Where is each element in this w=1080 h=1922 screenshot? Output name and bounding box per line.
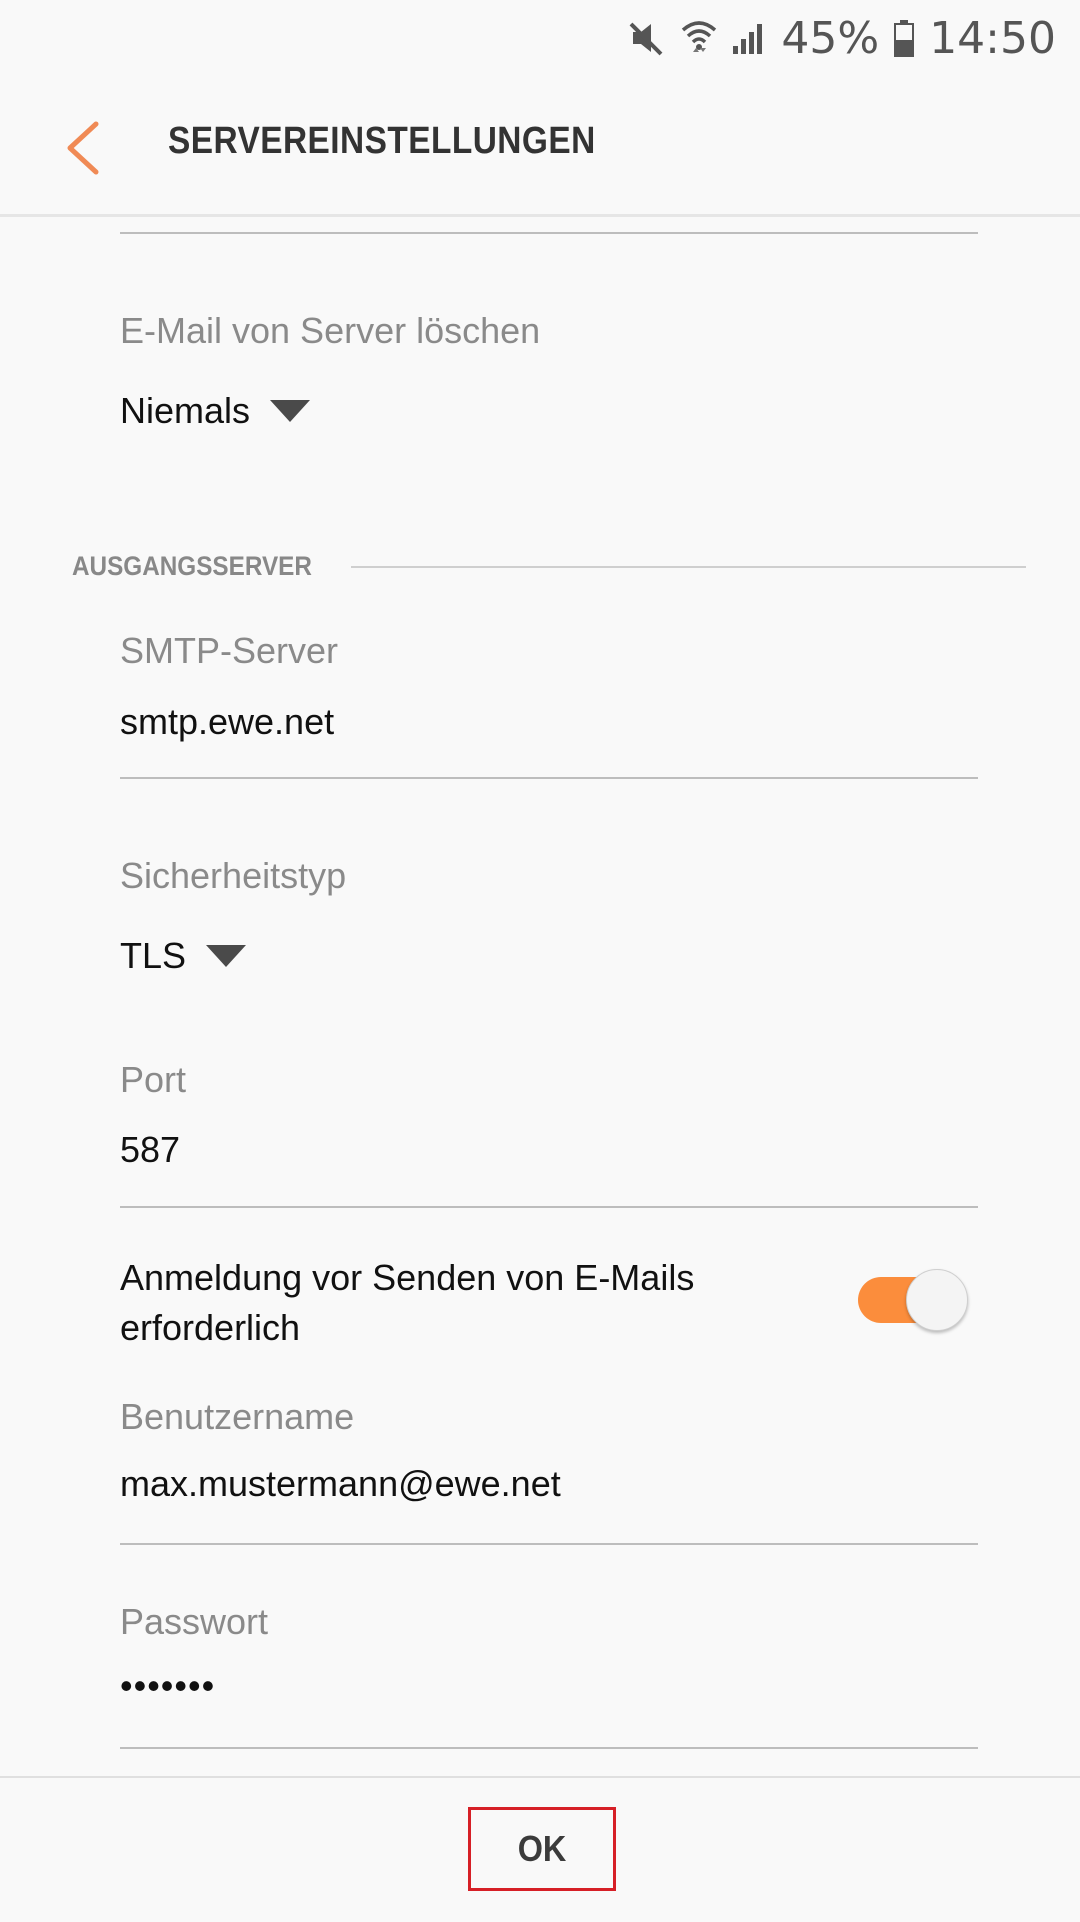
settings-content[interactable]: E-Mail von Server löschen Niemals AUSGAN… <box>0 217 1080 1777</box>
field-divider <box>120 1206 978 1208</box>
smtp-server-input[interactable]: smtp.ewe.net <box>120 701 334 743</box>
login-required-label: Anmeldung vor Senden von E-Mails erforde… <box>120 1257 695 1348</box>
security-type-dropdown[interactable]: TLS <box>120 935 247 977</box>
port-label: Port <box>120 1059 187 1100</box>
field-divider <box>120 1543 978 1545</box>
security-type-value: TLS <box>120 935 187 976</box>
password-input[interactable]: ••••••• <box>120 1665 215 1707</box>
chevron-left-icon[interactable] <box>56 112 116 182</box>
battery-icon <box>894 20 915 57</box>
port-input[interactable]: 587 <box>120 1129 180 1171</box>
toggle-knob <box>906 1269 968 1331</box>
dropdown-arrow-icon <box>270 400 311 422</box>
status-bar: 45% 14:50 <box>0 0 1080 76</box>
ok-button-label: OK <box>517 1828 567 1869</box>
smtp-server-label: SMTP-Server <box>120 630 339 671</box>
ok-button[interactable]: OK <box>468 1807 616 1891</box>
section-divider <box>350 565 1026 568</box>
mute-icon <box>629 22 663 56</box>
bottom-bar: OK <box>0 1776 1080 1922</box>
login-required-toggle[interactable] <box>858 1269 970 1331</box>
field-divider <box>120 1747 978 1749</box>
delete-from-server-dropdown[interactable]: Niemals <box>120 390 311 432</box>
section-header-outgoing: AUSGANGSSERVER <box>72 551 1026 582</box>
username-input[interactable]: max.mustermann@ewe.net <box>120 1463 561 1505</box>
password-label: Passwort <box>120 1601 269 1642</box>
field-divider <box>120 777 978 779</box>
clock: 14:50 <box>929 12 1056 64</box>
field-divider <box>120 232 978 234</box>
section-title: AUSGANGSSERVER <box>72 551 312 581</box>
delete-from-server-label: E-Mail von Server löschen <box>120 310 541 351</box>
delete-from-server-value: Niemals <box>120 390 251 431</box>
wifi-icon <box>682 21 717 52</box>
status-icons: 45% 14:50 <box>627 8 1056 68</box>
battery-percent: 45% <box>781 12 880 64</box>
signal-icon <box>733 24 763 54</box>
security-type-label: Sicherheitstyp <box>120 855 347 896</box>
page-title: SERVEREINSTELLUNGEN <box>168 120 596 162</box>
dropdown-arrow-icon <box>206 945 247 967</box>
app-bar: SERVEREINSTELLUNGEN <box>0 76 1080 217</box>
username-label: Benutzername <box>120 1396 355 1437</box>
